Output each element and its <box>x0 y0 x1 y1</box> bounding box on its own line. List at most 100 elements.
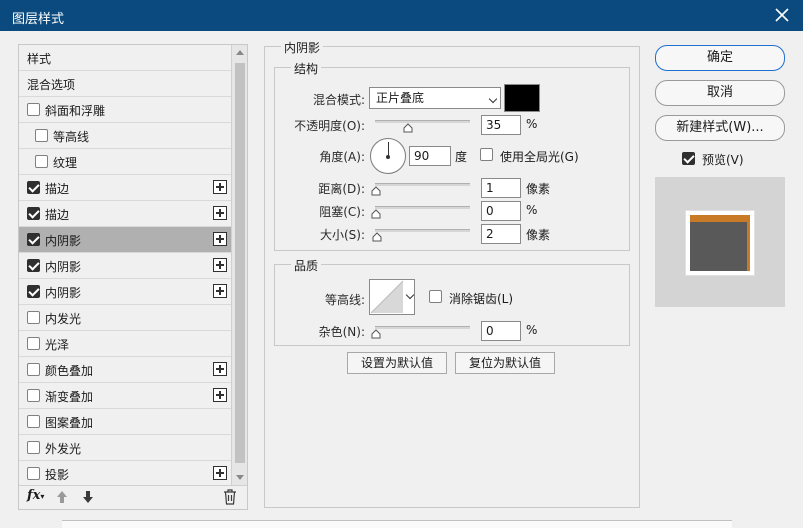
distance-slider-handle[interactable] <box>371 186 381 196</box>
add-style-icon[interactable] <box>213 388 227 402</box>
trash-icon[interactable] <box>223 489 237 505</box>
style-item[interactable]: 内阴影 <box>19 279 231 305</box>
cancel-button[interactable]: 取消 <box>655 80 785 106</box>
noise-input[interactable]: 0 <box>481 321 521 341</box>
background-canvas-edge <box>62 520 732 528</box>
size-slider[interactable] <box>375 229 470 232</box>
style-item-checkbox[interactable] <box>27 415 40 428</box>
style-item-checkbox[interactable] <box>27 207 40 220</box>
style-item[interactable]: 斜面和浮雕 <box>19 97 231 123</box>
move-down-icon[interactable] <box>81 490 95 504</box>
noise-slider[interactable] <box>375 326 470 329</box>
opacity-label: 不透明度(O): <box>294 119 365 133</box>
shadow-color-swatch[interactable] <box>504 84 540 112</box>
style-item[interactable]: 描边 <box>19 175 231 201</box>
add-style-icon[interactable] <box>213 362 227 376</box>
structure-title: 结构 <box>291 60 322 77</box>
style-item[interactable]: 内阴影 <box>19 227 231 253</box>
preview-checkbox[interactable] <box>682 152 695 165</box>
add-style-icon[interactable] <box>213 206 227 220</box>
preview-label: 预览(V) <box>702 153 744 167</box>
close-icon[interactable] <box>771 4 793 26</box>
size-slider-handle[interactable] <box>372 232 382 242</box>
style-item[interactable]: 投影 <box>19 461 231 485</box>
choke-input[interactable]: 0 <box>481 201 521 221</box>
styles-list-pane: 样式 混合选项 斜面和浮雕 等高线 纹理 描边 描边 内阴影 内阴影 内阴影 内发光 光泽 颜色叠加 渐变… <box>18 44 248 510</box>
contour-chevron-down-icon[interactable] <box>405 290 415 300</box>
distance-slider[interactable] <box>375 183 470 186</box>
style-item[interactable]: 内阴影 <box>19 253 231 279</box>
scroll-down-icon[interactable] <box>236 475 244 480</box>
style-item[interactable]: 外发光 <box>19 435 231 461</box>
add-style-icon[interactable] <box>213 284 227 298</box>
add-style-icon[interactable] <box>213 180 227 194</box>
move-up-icon[interactable] <box>55 490 69 504</box>
preview-thumbnail <box>690 215 750 271</box>
style-item-checkbox[interactable] <box>27 363 40 376</box>
global-light-label: 使用全局光(G) <box>500 150 579 164</box>
reset-default-button[interactable]: 复位为默认值 <box>455 352 555 374</box>
style-item[interactable]: 样式 <box>19 45 231 71</box>
style-item-checkbox[interactable] <box>27 233 40 246</box>
opacity-slider[interactable] <box>375 120 470 123</box>
style-item-label: 渐变叠加 <box>45 390 94 404</box>
style-item-checkbox[interactable] <box>35 155 48 168</box>
style-item-checkbox[interactable] <box>27 103 40 116</box>
style-item-label: 纹理 <box>53 156 78 170</box>
scroll-thumb[interactable] <box>235 63 245 463</box>
style-item[interactable]: 颜色叠加 <box>19 357 231 383</box>
style-item-checkbox[interactable] <box>27 337 40 350</box>
set-default-button[interactable]: 设置为默认值 <box>347 352 447 374</box>
choke-slider[interactable] <box>375 206 470 209</box>
noise-unit: % <box>526 323 538 337</box>
style-item-checkbox[interactable] <box>27 311 40 324</box>
style-item[interactable]: 等高线 <box>19 123 231 149</box>
style-item[interactable]: 渐变叠加 <box>19 383 231 409</box>
add-style-icon[interactable] <box>213 232 227 246</box>
style-item[interactable]: 混合选项 <box>19 71 231 97</box>
style-item-label: 光泽 <box>45 338 70 352</box>
size-input[interactable]: 2 <box>481 224 521 244</box>
style-item-checkbox[interactable] <box>27 389 40 402</box>
scroll-up-icon[interactable] <box>236 50 244 55</box>
style-item-checkbox[interactable] <box>27 181 40 194</box>
noise-slider-handle[interactable] <box>371 329 381 339</box>
new-style-button[interactable]: 新建样式(W)... <box>655 115 785 141</box>
style-item-label: 描边 <box>45 208 70 222</box>
global-light-checkbox[interactable] <box>480 148 493 161</box>
add-style-icon[interactable] <box>213 466 227 480</box>
contour-picker[interactable] <box>369 279 415 315</box>
size-unit: 像素 <box>526 228 551 242</box>
angle-dial[interactable] <box>370 138 406 174</box>
opacity-input[interactable]: 35 <box>481 115 521 135</box>
style-item[interactable]: 图案叠加 <box>19 409 231 435</box>
blend-mode-select[interactable]: 正片叠底 <box>369 87 501 109</box>
style-item[interactable]: 描边 <box>19 201 231 227</box>
style-item-label: 描边 <box>45 182 70 196</box>
opacity-slider-handle[interactable] <box>403 123 413 133</box>
distance-unit: 像素 <box>526 182 551 196</box>
style-item-checkbox[interactable] <box>27 441 40 454</box>
angle-input[interactable]: 90 <box>409 146 451 166</box>
antialias-checkbox[interactable] <box>429 290 442 303</box>
title-bar: 图层样式 <box>0 0 803 31</box>
style-item-checkbox[interactable] <box>27 467 40 480</box>
style-item[interactable]: 内发光 <box>19 305 231 331</box>
style-item-checkbox[interactable] <box>27 285 40 298</box>
style-item[interactable]: 光泽 <box>19 331 231 357</box>
add-style-icon[interactable] <box>213 258 227 272</box>
angle-unit: 度 <box>455 150 468 164</box>
style-item-label: 内阴影 <box>45 286 82 300</box>
inner-shadow-panel: 内阴影 结构 混合模式: 正片叠底 不透明度(O): 35 % 角度(A): 9… <box>264 39 640 508</box>
ok-button[interactable]: 确定 <box>655 45 785 71</box>
noise-label: 杂色(N): <box>318 325 365 339</box>
preview-frame <box>685 210 755 276</box>
style-item-checkbox[interactable] <box>27 259 40 272</box>
fx-icon[interactable]: fx▾ <box>27 488 44 503</box>
style-item-checkbox[interactable] <box>35 129 48 142</box>
distance-input[interactable]: 1 <box>481 178 521 198</box>
style-item[interactable]: 纹理 <box>19 149 231 175</box>
styles-scrollbar[interactable] <box>231 45 247 485</box>
choke-slider-handle[interactable] <box>371 209 381 219</box>
choke-label: 阻塞(C): <box>319 205 365 219</box>
